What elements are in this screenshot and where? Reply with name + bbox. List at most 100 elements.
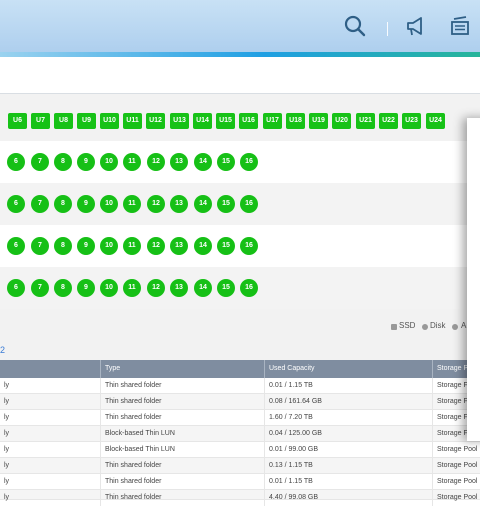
disk-slot[interactable]: 12 bbox=[147, 279, 165, 297]
column-header-used-capacity[interactable]: Used Capacity bbox=[264, 360, 432, 378]
table-row[interactable]: ly Thin shared folder 0.13 / 1.15 TB Sto… bbox=[0, 458, 480, 474]
announcement-icon[interactable] bbox=[404, 14, 428, 38]
disk-slot[interactable]: 15 bbox=[217, 195, 235, 213]
disk-slot[interactable]: 7 bbox=[31, 237, 49, 255]
cell-used-capacity: 0.13 / 1.15 TB bbox=[264, 458, 432, 474]
disk-slot[interactable]: 14 bbox=[194, 153, 212, 171]
slot-button[interactable]: U16 bbox=[239, 113, 258, 129]
disk-slot[interactable]: 16 bbox=[240, 279, 258, 297]
slot-button[interactable]: U7 bbox=[31, 113, 50, 129]
slot-button[interactable]: U20 bbox=[332, 113, 351, 129]
disk-slot[interactable]: 11 bbox=[123, 279, 141, 297]
disk-slot[interactable]: 13 bbox=[170, 237, 188, 255]
disk-slot[interactable]: 15 bbox=[217, 237, 235, 255]
disk-slot[interactable]: 12 bbox=[147, 237, 165, 255]
table-row[interactable]: ly Thin shared folder 0.08 / 161.64 GB S… bbox=[0, 394, 480, 410]
disk-slot[interactable]: 12 bbox=[147, 153, 165, 171]
disk-slot[interactable]: 6 bbox=[7, 153, 25, 171]
cell-used-capacity: 4.40 / 99.08 GB bbox=[264, 490, 432, 506]
disk-slot[interactable]: 6 bbox=[7, 237, 25, 255]
cell-first: ly bbox=[4, 430, 10, 437]
cell-used-capacity: 0.04 / 125.00 GB bbox=[264, 426, 432, 442]
slot-button[interactable]: U6 bbox=[8, 113, 27, 129]
disk-slot[interactable]: 8 bbox=[54, 153, 72, 171]
disk-slot[interactable]: 10 bbox=[100, 195, 118, 213]
disk-slot[interactable]: 16 bbox=[240, 195, 258, 213]
disk-slot[interactable]: 9 bbox=[77, 153, 95, 171]
table-row[interactable]: ly Thin shared folder 0.01 / 1.15 TB Sto… bbox=[0, 474, 480, 490]
slot-button[interactable]: U21 bbox=[356, 113, 375, 129]
slot-button[interactable]: U10 bbox=[100, 113, 119, 129]
slot-button[interactable]: U13 bbox=[170, 113, 189, 129]
partial-link[interactable]: 2 bbox=[0, 345, 5, 355]
disk-slot[interactable]: 14 bbox=[194, 237, 212, 255]
slot-button[interactable]: U8 bbox=[54, 113, 73, 129]
slot-button[interactable]: U11 bbox=[123, 113, 142, 129]
disk-row: 6 7 8 9 10 11 12 13 14 15 16 bbox=[0, 267, 480, 309]
cell-used-capacity: 1.60 / 7.20 TB bbox=[264, 410, 432, 426]
slot-button[interactable]: U17 bbox=[263, 113, 282, 129]
disk-slot[interactable]: 11 bbox=[123, 195, 141, 213]
slot-button[interactable]: U18 bbox=[286, 113, 305, 129]
table-header: Type Used Capacity Storage P bbox=[0, 360, 480, 378]
cell-used-capacity: 0.01 / 1.15 TB bbox=[264, 378, 432, 394]
cell-first: ly bbox=[4, 446, 10, 453]
column-header-type[interactable]: Type bbox=[100, 360, 264, 378]
disk-slot[interactable]: 8 bbox=[54, 279, 72, 297]
cell-first: ly bbox=[4, 398, 10, 405]
ssd-legend-label: SSD bbox=[399, 321, 416, 330]
slot-button[interactable]: U12 bbox=[146, 113, 165, 129]
disk-slot[interactable]: 9 bbox=[77, 195, 95, 213]
disk-slot[interactable]: 13 bbox=[170, 279, 188, 297]
disk-slot[interactable]: 14 bbox=[194, 195, 212, 213]
disk-slot[interactable]: 16 bbox=[240, 237, 258, 255]
slot-button[interactable]: U24 bbox=[426, 113, 445, 129]
slot-button[interactable]: U14 bbox=[193, 113, 212, 129]
slot-button[interactable]: U22 bbox=[379, 113, 398, 129]
slot-button[interactable]: U23 bbox=[402, 113, 421, 129]
disk-slot[interactable]: 15 bbox=[217, 279, 235, 297]
slot-button[interactable]: U19 bbox=[309, 113, 328, 129]
disk-slot[interactable]: 9 bbox=[77, 237, 95, 255]
cell-type: Thin shared folder bbox=[100, 474, 264, 490]
disk-slot[interactable]: 10 bbox=[100, 279, 118, 297]
disk-slot[interactable]: 6 bbox=[7, 279, 25, 297]
disk-slot[interactable]: 16 bbox=[240, 153, 258, 171]
disk-slot[interactable]: 14 bbox=[194, 279, 212, 297]
table-row[interactable]: ly Block-based Thin LUN 0.04 / 125.00 GB… bbox=[0, 426, 480, 442]
table-row[interactable]: ly Thin shared folder 4.40 / 99.08 GB St… bbox=[0, 490, 480, 506]
cell-used-capacity: 0.01 / 99.00 GB bbox=[264, 442, 432, 458]
cell-type: Block-based Thin LUN bbox=[100, 426, 264, 442]
disk-slot[interactable]: 10 bbox=[100, 153, 118, 171]
cell-type: Thin shared folder bbox=[100, 458, 264, 474]
table-row[interactable]: ly Thin shared folder 0.01 / 1.15 TB Sto… bbox=[0, 378, 480, 394]
disk-slot[interactable]: 13 bbox=[170, 195, 188, 213]
slot-button[interactable]: U9 bbox=[77, 113, 96, 129]
cell-storage-pool: Storage Pool bbox=[432, 474, 480, 490]
disk-slot[interactable]: 6 bbox=[7, 195, 25, 213]
cell-first: ly bbox=[4, 494, 10, 501]
notes-icon[interactable] bbox=[448, 14, 472, 38]
cell-type: Thin shared folder bbox=[100, 490, 264, 506]
disk-slot[interactable]: 11 bbox=[123, 237, 141, 255]
cell-type: Thin shared folder bbox=[100, 378, 264, 394]
cell-storage-pool: Storage Pool bbox=[432, 490, 480, 506]
disk-slot[interactable]: 7 bbox=[31, 153, 49, 171]
table-row[interactable]: ly Block-based Thin LUN 0.01 / 99.00 GB … bbox=[0, 442, 480, 458]
table-row[interactable]: ly Thin shared folder 1.60 / 7.20 TB Sto… bbox=[0, 410, 480, 426]
disk-slot[interactable]: 13 bbox=[170, 153, 188, 171]
disk-slot[interactable]: 12 bbox=[147, 195, 165, 213]
ssd-legend-swatch bbox=[391, 324, 397, 330]
disk-legend-label: Disk bbox=[430, 321, 446, 330]
disk-slot[interactable]: 7 bbox=[31, 195, 49, 213]
disk-slot[interactable]: 9 bbox=[77, 279, 95, 297]
disk-slot[interactable]: 8 bbox=[54, 195, 72, 213]
disk-slot[interactable]: 7 bbox=[31, 279, 49, 297]
sub-header bbox=[0, 57, 480, 94]
disk-slot[interactable]: 15 bbox=[217, 153, 235, 171]
slot-button[interactable]: U15 bbox=[216, 113, 235, 129]
search-icon[interactable] bbox=[343, 14, 367, 38]
disk-slot[interactable]: 10 bbox=[100, 237, 118, 255]
disk-slot[interactable]: 8 bbox=[54, 237, 72, 255]
disk-slot[interactable]: 11 bbox=[123, 153, 141, 171]
